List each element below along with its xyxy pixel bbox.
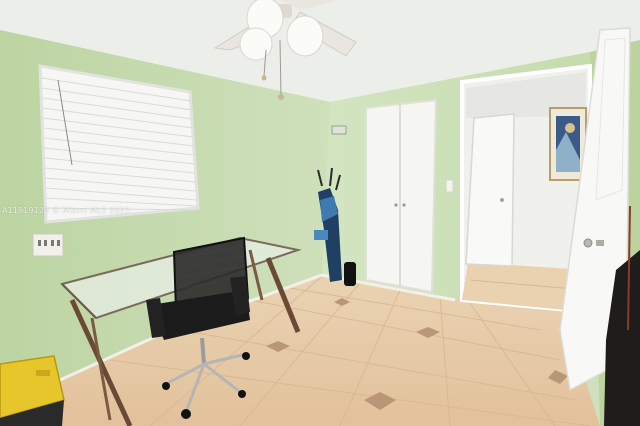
light-switch xyxy=(445,179,454,193)
door-knob-icon xyxy=(583,238,593,248)
room-photo: A11819120 © Miami MLS 2025 xyxy=(0,0,640,426)
listing-watermark: A11819120 © Miami MLS 2025 xyxy=(2,206,130,215)
window-blinds xyxy=(38,64,200,224)
closet-doors xyxy=(365,98,438,294)
ceiling-vent xyxy=(331,125,347,135)
wall-picture xyxy=(549,107,587,181)
power-outlet xyxy=(32,233,64,257)
yellow-storage-bin xyxy=(0,355,65,426)
hallway-door xyxy=(465,113,515,267)
